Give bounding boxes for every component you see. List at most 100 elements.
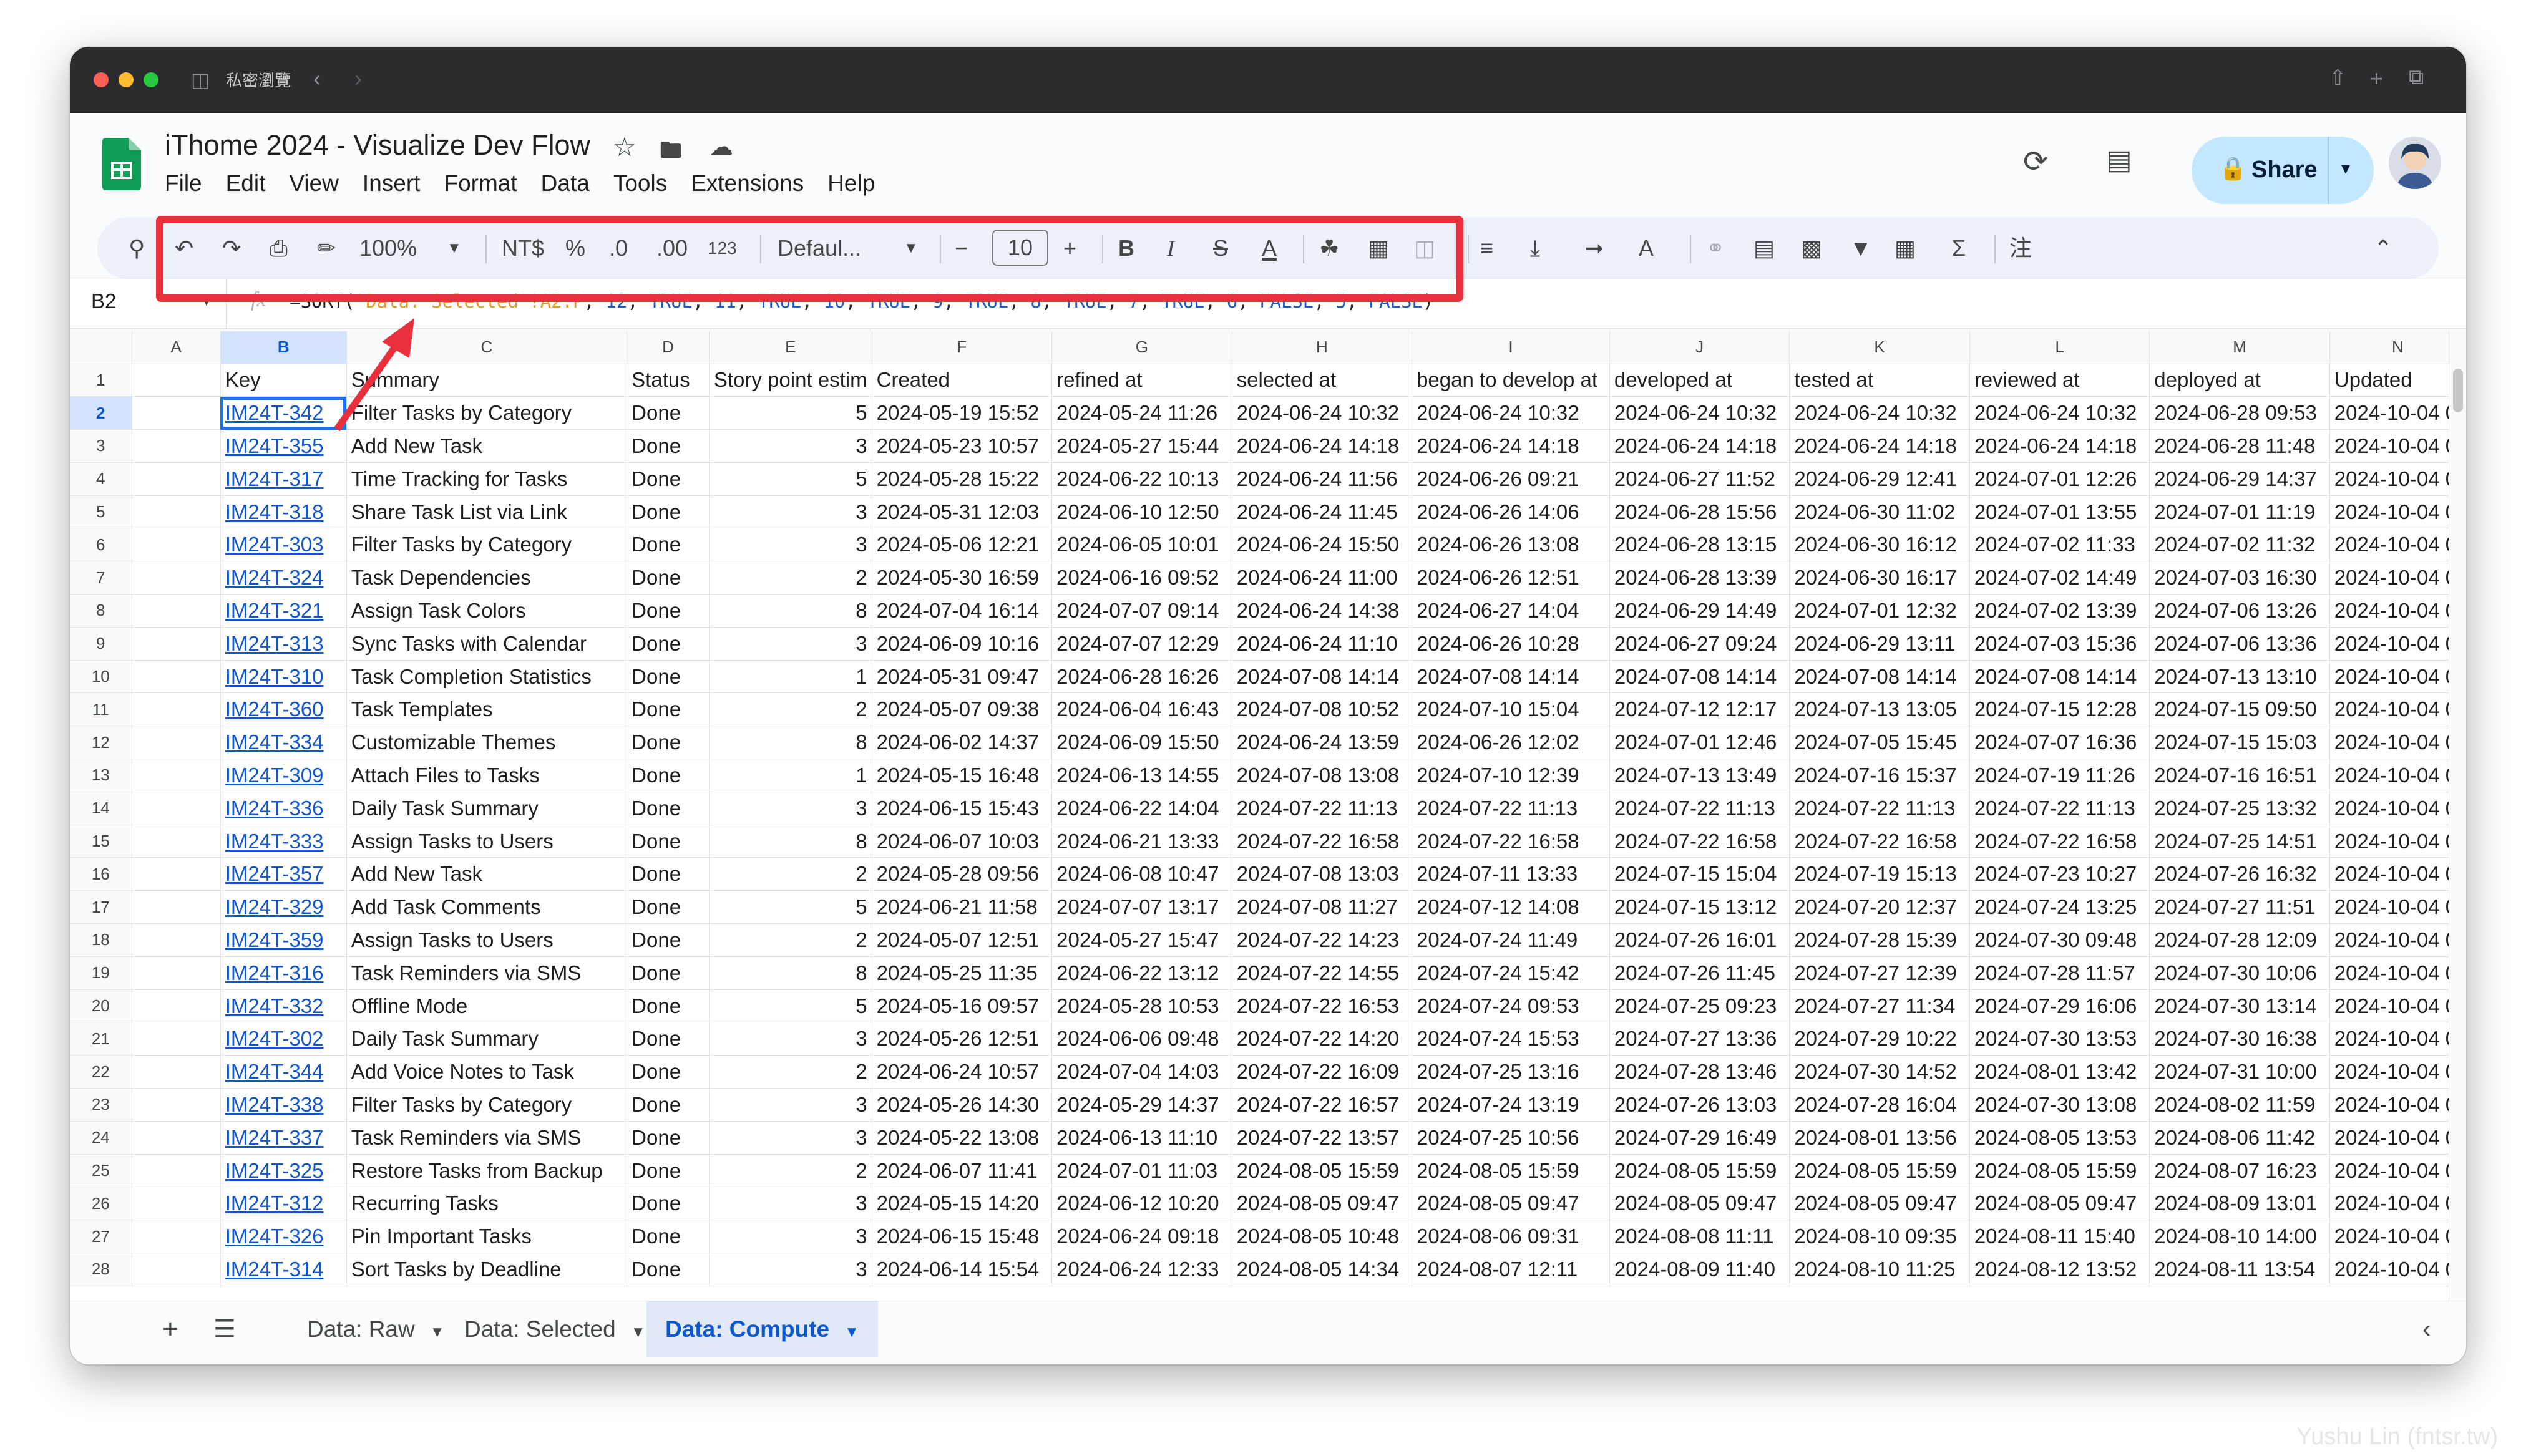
cell[interactable] [132,1022,221,1056]
cell[interactable]: 2024-08-10 11:25 [1789,1253,1970,1286]
cell[interactable]: 2024-07-04 16:14 [872,594,1053,628]
cell[interactable]: 8 [709,726,872,760]
cell[interactable]: 2024-08-05 09:47 [1969,1187,2150,1221]
cell[interactable]: 2024-05-15 14:20 [872,1187,1053,1221]
filter-icon[interactable]: ▼ [1850,233,1872,263]
version-history-icon[interactable]: ⟳ [2023,144,2048,179]
column-header-f[interactable]: F [872,331,1053,364]
row-number[interactable]: 27 [70,1220,132,1254]
cell[interactable]: 2024-06-02 14:37 [872,726,1053,760]
cell[interactable]: 2024-07-12 12:17 [1609,692,1790,727]
cell[interactable]: 2024-07-22 11:13 [1232,792,1413,825]
cell[interactable]: 2024-05-25 11:35 [872,956,1053,990]
row-number[interactable]: 4 [70,462,132,496]
cell[interactable]: 2024-10-04 0 [2329,956,2466,990]
cell[interactable]: 2024-07-07 12:29 [1051,627,1232,661]
cell[interactable]: Done [627,759,710,792]
cell[interactable]: 2024-07-24 09:53 [1412,989,1610,1023]
cell[interactable]: 2024-05-26 14:30 [872,1088,1053,1122]
cell[interactable]: 2024-07-01 11:19 [2149,495,2330,529]
cell[interactable]: Done [627,1088,710,1122]
cell[interactable]: 2024-06-05 10:01 [1051,528,1232,562]
cell[interactable]: 2024-06-24 14:38 [1232,594,1413,628]
cell[interactable]: 2024-06-29 13:11 [1789,627,1970,661]
cell[interactable]: 2 [709,1154,872,1188]
cell[interactable]: 2024-07-13 13:49 [1609,759,1790,792]
key-link-cell[interactable]: IM24T-338 [220,1088,347,1122]
cell[interactable]: 2024-07-30 13:14 [2149,989,2330,1023]
all-sheets-icon[interactable]: ☰ [195,1301,255,1357]
cell[interactable]: 2024-07-08 14:14 [1609,660,1790,694]
vertical-scrollbar[interactable] [2449,331,2466,1328]
cell[interactable]: 2024-08-02 11:59 [2149,1088,2330,1122]
key-link-cell[interactable]: IM24T-317 [220,462,347,496]
cell[interactable]: 3 [709,627,872,661]
functions-icon[interactable]: Σ [1952,233,1966,263]
cell[interactable] [132,462,221,496]
cell[interactable]: Daily Task Summary [346,792,628,825]
cell[interactable]: 2024-06-27 09:24 [1609,627,1790,661]
key-link-cell[interactable]: IM24T-302 [220,1022,347,1056]
cell[interactable]: 2024-07-15 15:04 [1609,857,1790,891]
column-header-k[interactable]: K [1789,331,1970,364]
cell[interactable]: Done [627,429,710,463]
cell[interactable]: 2024-06-26 12:02 [1412,726,1610,760]
cell[interactable]: 2024-10-04 0 [2329,792,2466,825]
cell[interactable]: 2024-06-30 16:17 [1789,561,1970,595]
cell[interactable]: 2024-07-25 13:16 [1412,1055,1610,1089]
cell[interactable]: 2024-08-06 09:31 [1412,1220,1610,1254]
cell[interactable]: 2024-07-25 13:32 [2149,792,2330,825]
cell[interactable]: Done [627,923,710,957]
cell[interactable]: 2024-07-07 16:36 [1969,726,2150,760]
cell[interactable]: 2024-07-19 11:26 [1969,759,2150,792]
key-link-cell[interactable]: IM24T-332 [220,989,347,1023]
cell[interactable]: 2024-07-24 11:49 [1412,923,1610,957]
cell[interactable]: 2024-08-12 13:52 [1969,1253,2150,1286]
cell[interactable]: Pin Important Tasks [346,1220,628,1254]
cell[interactable]: 2024-06-12 10:20 [1051,1187,1232,1221]
cell[interactable]: 2024-10-04 0 [2329,462,2466,496]
cell[interactable]: 2024-06-24 13:59 [1232,726,1413,760]
cell[interactable]: 2024-08-05 09:47 [1789,1187,1970,1221]
cell[interactable]: 8 [709,594,872,628]
cell[interactable]: 2024-07-02 14:49 [1969,561,2150,595]
row-number[interactable]: 19 [70,956,132,990]
cell[interactable]: 2024-05-30 16:59 [872,561,1053,595]
menu-data[interactable]: Data [541,170,590,197]
cell[interactable]: 2024-10-04 0 [2329,627,2466,661]
cell[interactable]: 2024-07-22 13:57 [1232,1121,1413,1155]
row-number[interactable]: 24 [70,1121,132,1155]
column-title-cell[interactable]: Key [220,364,347,397]
cell[interactable]: 2024-07-07 13:17 [1051,890,1232,925]
column-title-cell[interactable]: refined at [1051,364,1232,397]
filter-views-icon[interactable]: ▦ [1895,233,1916,263]
cell[interactable]: 2024-08-05 14:34 [1232,1253,1413,1286]
cell[interactable]: 2024-07-13 13:05 [1789,692,1970,727]
cell[interactable]: 2024-07-15 09:50 [2149,692,2330,727]
cell[interactable] [132,561,221,595]
cell[interactable]: 2024-08-07 12:11 [1412,1253,1610,1286]
cell[interactable]: 2024-07-26 11:45 [1609,956,1790,990]
cell[interactable]: 2024-08-05 15:59 [1412,1154,1610,1188]
cell[interactable]: 2024-08-05 15:59 [1789,1154,1970,1188]
cell[interactable]: 2024-10-04 0 [2329,1154,2466,1188]
cell[interactable]: 2024-07-26 16:01 [1609,923,1790,957]
menu-edit[interactable]: Edit [226,170,266,197]
cell[interactable]: 2024-05-22 13:08 [872,1121,1053,1155]
cell[interactable]: 2024-07-30 14:52 [1789,1055,1970,1089]
cell[interactable]: 2024-05-27 15:44 [1051,429,1232,463]
cell[interactable]: Task Templates [346,692,628,727]
cell[interactable]: 2024-08-11 15:40 [1969,1220,2150,1254]
key-link-cell[interactable]: IM24T-333 [220,825,347,858]
column-title-cell[interactable]: Updated [2329,364,2466,397]
cell[interactable]: 2024-10-04 0 [2329,1055,2466,1089]
share-sheet-icon[interactable]: ⇧ [2329,66,2347,90]
key-link-cell[interactable]: IM24T-310 [220,660,347,694]
cell[interactable]: Done [627,792,710,825]
cell[interactable]: 2024-10-04 0 [2329,1253,2466,1286]
cell[interactable]: 2024-07-27 12:39 [1789,956,1970,990]
cell[interactable]: 2024-08-05 10:48 [1232,1220,1413,1254]
cell[interactable]: 2024-05-19 15:52 [872,396,1053,430]
cell[interactable] [132,1253,221,1286]
key-link-cell[interactable]: IM24T-312 [220,1187,347,1221]
